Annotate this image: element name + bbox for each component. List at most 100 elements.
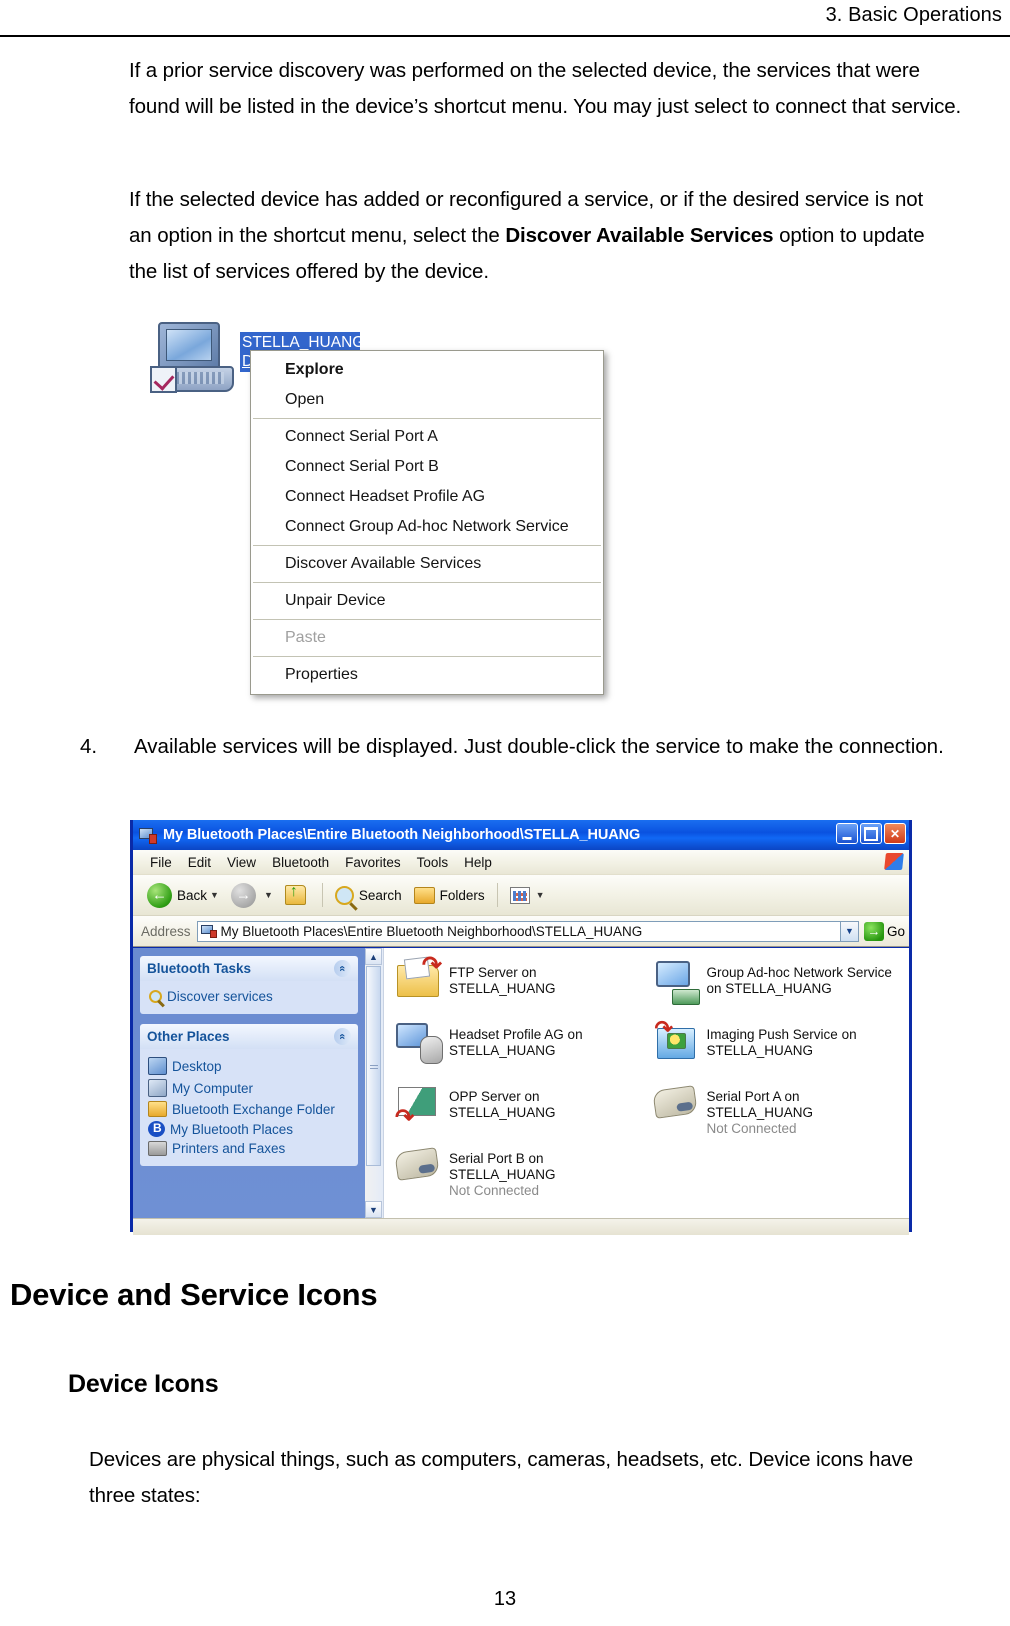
service-item[interactable]: Imaging Push Service on STELLA_HUANG [652,1018,904,1082]
scroll-down-arrow-icon[interactable]: ▼ [365,1201,382,1218]
address-input[interactable]: My Bluetooth Places\Entire Bluetooth Nei… [196,920,859,942]
scrollbar-thumb[interactable] [366,966,381,1166]
menu-file[interactable]: File [142,854,180,871]
menu-edit[interactable]: Edit [180,854,219,871]
back-arrow-icon: ← [147,882,172,908]
back-button[interactable]: ← Back ▼ [141,882,225,908]
up-button[interactable] [279,883,316,905]
search-icon [334,885,354,905]
menu-item-unpair-device[interactable]: Unpair Device [251,586,603,616]
service-status: Not Connected [449,1183,540,1198]
views-button[interactable]: ▼ [504,886,551,904]
menu-view[interactable]: View [219,854,264,871]
menu-separator [253,545,601,546]
folder-icon [148,1101,167,1117]
device-shortcut-menu[interactable]: Explore Open Connect Serial Port A Connect … [250,350,604,695]
printer-icon [148,1141,167,1156]
service-name: OPP Server on STELLA_HUANG [449,1089,556,1120]
paragraph-device-icons-body: Devices are physical things, such as com… [89,1448,914,1507]
menu-item-explore[interactable]: Explore [251,355,603,385]
service-icon-grid: FTP Server on STELLA_HUANG Group Ad-hoc N… [384,948,909,1218]
menu-item-open[interactable]: Open [251,385,603,415]
menu-item-connect-group-ad-hoc-network-service[interactable]: Connect Group Ad-hoc Network Service [251,512,603,542]
views-dropdown-caret-icon[interactable]: ▼ [536,890,545,900]
service-item[interactable]: Group Ad-hoc Network Service on STELLA_H… [652,958,904,1020]
sidebar-link-discover-services[interactable]: Discover services [148,987,350,1006]
close-button[interactable]: ✕ [884,823,906,844]
menu-tools[interactable]: Tools [409,854,457,871]
service-name: Headset Profile AG on STELLA_HUANG [449,1027,583,1058]
imaging-push-icon [652,1018,699,1063]
task-sidebar: Bluetooth Tasks « Discover services Other P… [133,948,365,1218]
address-bar: Address My Bluetooth Places\Entire Bluet… [133,916,909,947]
desktop-icon [148,1057,167,1075]
menu-bar[interactable]: File Edit View Bluetooth Favorites Tools Help [133,850,909,875]
vertical-scrollbar[interactable]: ▲ ▼ [365,948,384,1218]
sidebar-link-bluetooth-exchange-folder[interactable]: Bluetooth Exchange Folder [148,1099,350,1119]
menu-favorites[interactable]: Favorites [337,854,409,871]
my-computer-icon [148,1079,167,1097]
menu-item-paste: Paste [285,629,326,646]
sidebar-link-my-bluetooth-places[interactable]: My Bluetooth Places [148,1119,350,1139]
headset-profile-icon [394,1020,443,1064]
forward-dropdown-caret-icon[interactable]: ▼ [264,890,273,900]
panel-body: Desktop My Computer Bluetooth Exchange Fol… [140,1049,358,1166]
chapter-title: 3. Basic Operations [825,4,1002,26]
figure-shortcut-menu: STELLA_HUANG De ExploreOpenConnect Seria… [146,308,616,708]
sidebar-panel-bluetooth-tasks: Bluetooth Tasks « Discover services [140,956,358,1014]
monitor-screen-shape [166,329,212,361]
window-caption-buttons: ✕ [836,823,906,844]
maximize-button[interactable] [860,823,882,844]
toolbar-separator-2 [496,883,498,907]
page-number: 13 [493,1588,517,1610]
address-dropdown-icon[interactable]: ▼ [839,921,858,941]
menu-item-connect-serial-port-a[interactable]: Connect Serial Port A [251,422,603,452]
ftp-server-icon [394,954,442,1001]
service-item[interactable]: OPP Server on STELLA_HUANG [394,1082,646,1144]
header-rule [0,35,1010,37]
step-4-text: Available services will be displayed. Ju… [134,735,944,758]
paired-check-badge-icon [150,366,177,393]
paragraph-prior-discovery: If a prior service discovery was perform… [129,59,962,118]
service-item[interactable]: Headset Profile AG on STELLA_HUANG [394,1020,646,1082]
panel-header[interactable]: Other Places « [140,1024,358,1049]
toolbar: ← Back ▼ → ▼ Search Folders ▼ [133,875,909,916]
chevron-up-icon[interactable]: « [334,960,351,977]
go-button[interactable]: Go [863,921,905,941]
sidebar-link-printers-and-faxes[interactable]: Printers and Faxes [148,1139,350,1158]
search-button[interactable]: Search [329,885,408,905]
folders-button[interactable]: Folders [408,886,491,904]
menu-separator [253,656,601,657]
forward-button[interactable]: → ▼ [225,882,279,908]
sidebar-link-label: My Bluetooth Places [170,1121,294,1137]
sidebar-link-my-computer[interactable]: My Computer [148,1077,350,1099]
menu-item-connect-headset-profile-ag[interactable]: Connect Headset Profile AG [251,482,603,512]
go-label: Go [886,923,905,939]
back-dropdown-caret-icon[interactable]: ▼ [210,890,219,900]
service-item[interactable]: FTP Server on STELLA_HUANG [394,954,646,1020]
folders-label: Folders [439,887,485,903]
panel-header[interactable]: Bluetooth Tasks « [140,956,358,981]
status-bar [133,1218,909,1235]
page-header: 3. Basic Operations [0,4,1010,38]
service-item[interactable]: Serial Port B on STELLA_HUANG Not Connect… [394,1144,646,1206]
step-4: 4. Available services will be displayed.… [80,729,975,765]
chevron-up-icon[interactable]: « [334,1028,351,1045]
windows-flag-icon [884,853,904,870]
service-item[interactable]: Serial Port A on STELLA_HUANG Not Connect… [651,1082,904,1144]
minimize-button[interactable] [836,823,858,844]
menu-item-properties[interactable]: Properties [251,660,603,690]
service-name: Serial Port B on STELLA_HUANG [449,1151,556,1182]
menu-help[interactable]: Help [456,854,500,871]
menu-item-discover-available-services[interactable]: Discover Available Services [251,549,603,579]
section-heading-device-and-service-icons: Device and Service Icons [10,1277,378,1312]
subsection-heading-device-icons: Device Icons [68,1370,219,1398]
search-label: Search [358,887,402,903]
service-name: Group Ad-hoc Network Service on STELLA_H… [706,965,892,996]
panel-body: Discover services [140,981,358,1014]
menu-bluetooth[interactable]: Bluetooth [264,854,337,871]
scroll-up-arrow-icon[interactable]: ▲ [365,948,382,965]
panel-title: Bluetooth Tasks [147,961,252,976]
sidebar-link-desktop[interactable]: Desktop [148,1055,350,1077]
menu-item-connect-serial-port-b[interactable]: Connect Serial Port B [251,452,603,482]
